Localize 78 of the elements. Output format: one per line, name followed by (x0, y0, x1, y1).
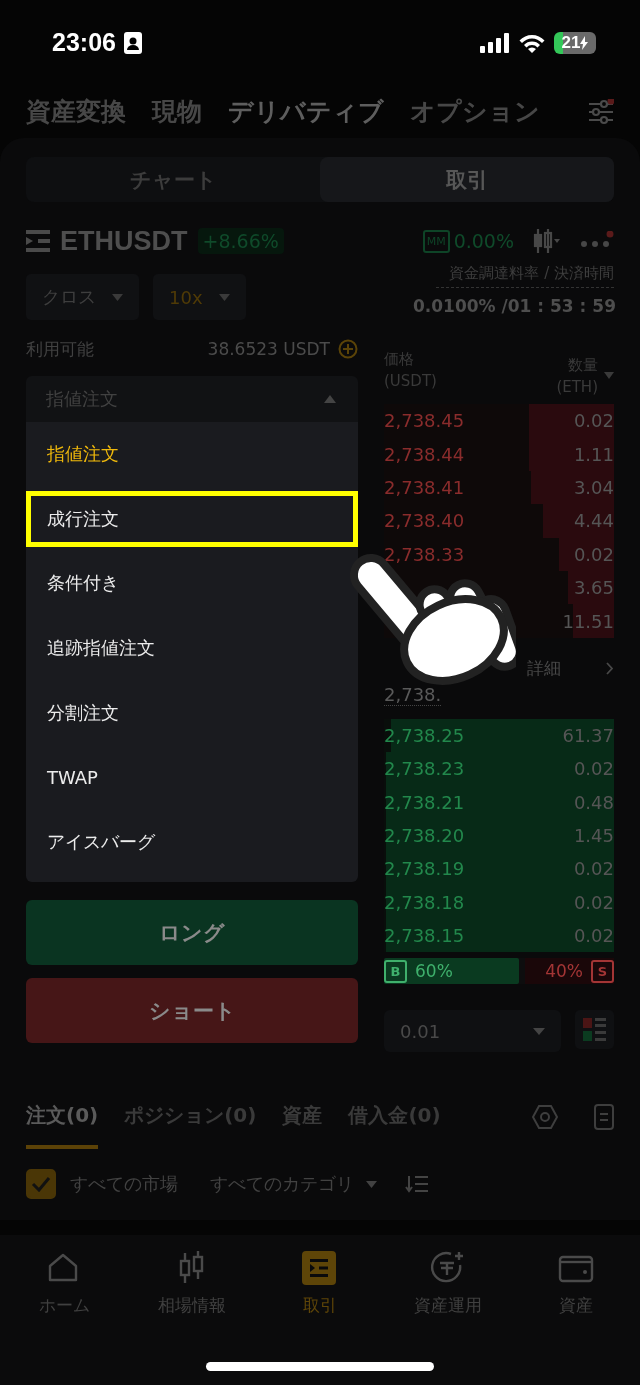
sort-icon[interactable] (405, 1175, 429, 1193)
add-icon[interactable] (338, 339, 358, 359)
id-card-icon (123, 31, 142, 54)
bid-price[interactable]: 2,738.23 (384, 758, 465, 780)
ask-quantity: 1.11 (573, 443, 614, 465)
bid-quantity: 0.48 (573, 791, 614, 813)
ask-quantity: 0.02 (573, 543, 614, 565)
bid-quantity: 0.02 (573, 891, 614, 913)
order-type-option[interactable]: アイスバーグ (26, 813, 358, 870)
bid-price[interactable]: 2,738.20 (384, 825, 465, 847)
bid-price[interactable]: 2,738.19 (384, 858, 465, 880)
ask-quantity: 0.02 (573, 410, 614, 432)
buy-indicator: B (384, 959, 407, 983)
symbol-name[interactable]: ETHUSDT (60, 225, 188, 257)
ask-price[interactable]: 2,738.44 (384, 443, 465, 465)
order-type-option[interactable]: 指値注文 (26, 426, 358, 483)
funding-rate-value: 0.0100% /01 : 53 : 59 (412, 296, 616, 316)
bid-price[interactable]: 2,738.21 (384, 791, 465, 813)
order-type-option[interactable]: 成行注文 (26, 490, 358, 547)
margin-ratio: 0.00% (453, 230, 514, 252)
caret-icon (366, 1180, 377, 1188)
coin-icon (430, 1251, 466, 1285)
checkbox-label: すべての市場 (70, 1172, 178, 1196)
category-tab[interactable]: オプション (410, 95, 540, 128)
caret-icon (324, 395, 336, 403)
wifi-icon (518, 32, 546, 53)
nav-tab[interactable]: 取引 (256, 1250, 384, 1318)
bid-quantity: 1.45 (573, 825, 614, 847)
sell-ratio: 40% (545, 961, 583, 982)
ask-price[interactable]: 2,738.33 (384, 543, 465, 565)
ask-quantity: 3.65 (573, 577, 614, 599)
trade-icon (26, 230, 50, 252)
ask-price[interactable]: 2,738.45 (384, 410, 465, 432)
view-tab[interactable]: 取引 (320, 157, 614, 202)
buy-ratio: 60% (415, 961, 453, 982)
order-type-option[interactable]: 分割注文 (26, 684, 358, 741)
mm-badge: MM (422, 229, 450, 253)
ask-price[interactable]: 2,738.40 (384, 510, 465, 532)
chevron-icon[interactable] (606, 661, 614, 675)
bid-price[interactable]: 2,738.15 (384, 925, 465, 947)
long-button[interactable]: ロング (26, 900, 358, 965)
ask-price[interactable]: 2,738.41 (384, 476, 465, 498)
document-icon[interactable] (594, 1104, 614, 1130)
short-button[interactable]: ショート (26, 978, 358, 1043)
bid-quantity: 61.37 (562, 724, 614, 746)
checkbox[interactable] (26, 1169, 56, 1199)
trade-icon (302, 1251, 338, 1285)
bid-quantity: 0.02 (573, 925, 614, 947)
ask-quantity: 11.51 (562, 610, 614, 632)
category-tab[interactable]: 現物 (152, 95, 202, 128)
category-tab[interactable]: 資産変換 (26, 95, 126, 128)
caret-icon[interactable] (604, 372, 614, 380)
bid-quantity: 0.02 (573, 858, 614, 880)
candlestick-icon[interactable] (532, 228, 560, 254)
signal-icon (480, 32, 510, 53)
precision-select[interactable]: 0.01 (384, 1010, 561, 1053)
available-balance: 38.6523 USDT (207, 339, 330, 359)
clock-time: 23:06 (52, 28, 116, 57)
category-filter[interactable]: すべてのカテゴリ (210, 1172, 377, 1196)
orders-tab[interactable]: 注文(0) (26, 1085, 99, 1149)
caret-icon (112, 293, 123, 301)
leverage-select[interactable]: 10x (153, 274, 246, 320)
layout-icon[interactable] (575, 1010, 614, 1050)
sell-indicator: S (591, 959, 614, 983)
ask-quantity: 4.44 (573, 510, 614, 532)
category-tab[interactable]: デリバティブ (228, 95, 384, 128)
bid-quantity: 0.02 (573, 758, 614, 780)
settings-icon[interactable] (532, 1104, 558, 1130)
bid-price[interactable]: 2,738.18 (384, 891, 465, 913)
caret-icon (218, 293, 230, 301)
detail-link[interactable]: 詳細 (526, 656, 561, 680)
filter-settings-icon[interactable] (588, 98, 614, 125)
check-icon (31, 1176, 51, 1192)
caret-icon (533, 1027, 545, 1035)
order-type-option[interactable]: TWAP (26, 749, 358, 806)
ask-quantity: 3.04 (573, 476, 614, 498)
order-type-option[interactable]: 追跡指値注文 (26, 619, 358, 676)
bid-price[interactable]: 2,738.25 (384, 724, 465, 746)
